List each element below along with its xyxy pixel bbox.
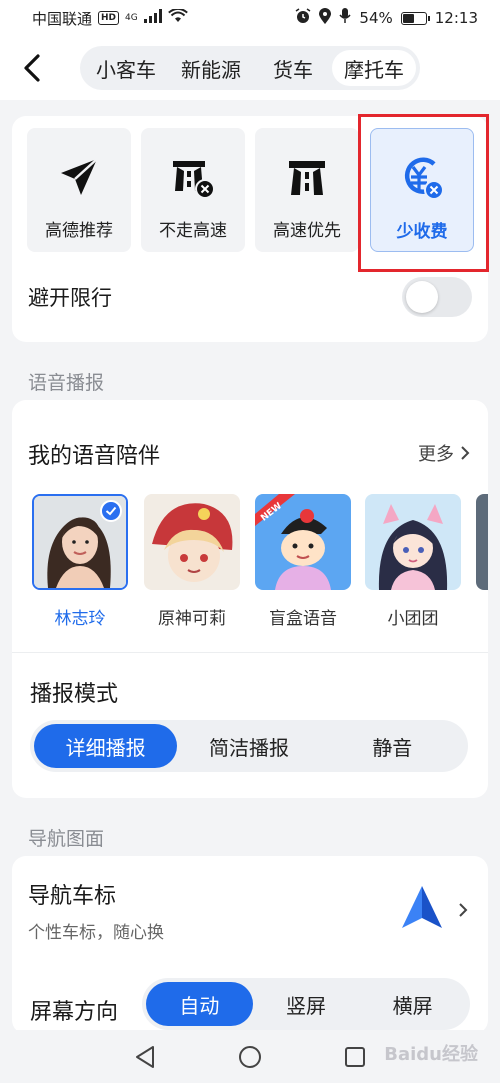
orientation-selector: 自动 竖屏 横屏	[142, 978, 470, 1030]
route-option-label: 少收费	[396, 222, 448, 242]
car-icon-subtitle: 个性车标，随心换	[28, 923, 164, 943]
no-highway-icon	[168, 152, 218, 202]
route-option-highway-first[interactable]: 高速优先	[255, 128, 359, 252]
chevron-right-icon	[461, 446, 470, 460]
broadcast-mode-selector: 详细播报 简洁播报 静音	[30, 720, 468, 772]
more-voices-link[interactable]: 更多	[418, 440, 470, 466]
hd-badge: HD	[98, 11, 120, 25]
voice-item-xiaotuantuan[interactable]: 小团团	[365, 494, 461, 629]
toggle-knob	[406, 281, 438, 313]
status-left: 中国联通 HD 4G	[32, 7, 188, 29]
car-icon-title: 导航车标	[28, 884, 117, 909]
route-option-label: 高德推荐	[45, 221, 113, 241]
route-preference-card: 高德推荐 不走高速 高速优先 少收费 避开限行	[12, 116, 488, 342]
nav-arrow-icon	[402, 886, 442, 928]
nav-section-title: 导航图面	[28, 828, 105, 850]
orientation-landscape[interactable]: 横屏	[359, 982, 466, 1026]
selected-check-icon	[100, 500, 122, 522]
tab-motorcycle[interactable]: 摩托车	[332, 50, 416, 86]
avatar	[32, 494, 128, 590]
location-icon	[319, 8, 332, 28]
voice-name: 小团团	[387, 609, 439, 629]
status-right: 54% 12:13	[295, 8, 478, 28]
voice-item-lin-zhiling[interactable]: 林志玲	[32, 494, 128, 629]
status-bar: 中国联通 HD 4G 54% 12:13	[0, 0, 500, 36]
voice-section-title: 语音播报	[28, 372, 105, 394]
alarm-icon	[295, 8, 311, 28]
carrier-name: 中国联通	[32, 9, 93, 28]
square-recents-icon	[345, 1047, 365, 1067]
route-option-label: 不走高速	[159, 221, 227, 241]
highway-icon	[282, 152, 332, 202]
chevron-right-icon	[459, 903, 468, 917]
nav-back-button[interactable]	[130, 1042, 160, 1072]
avatar: NEW	[255, 494, 351, 590]
avoid-restriction-label: 避开限行	[28, 286, 112, 310]
orientation-label: 屏幕方向	[30, 1000, 119, 1025]
system-nav-bar: Baidu经验	[0, 1030, 500, 1083]
microphone-icon	[339, 8, 351, 28]
orientation-portrait[interactable]: 竖屏	[253, 982, 360, 1026]
tab-car[interactable]: 小客车	[84, 50, 168, 86]
car-icon-row[interactable]: 导航车标 个性车标，随心换	[12, 856, 488, 960]
voice-item-klee[interactable]: 原神可莉	[144, 494, 240, 629]
wifi-icon	[167, 7, 188, 27]
nav-recents-button[interactable]	[340, 1042, 370, 1072]
voice-name: 林志玲	[54, 609, 106, 629]
tab-truck[interactable]: 货车	[254, 50, 332, 86]
route-option-label: 高速优先	[273, 221, 341, 241]
network-type: 4G	[125, 13, 138, 23]
voice-companion-title: 我的语音陪伴	[28, 444, 161, 469]
avoid-restriction-toggle[interactable]	[402, 277, 472, 317]
back-button[interactable]	[16, 50, 48, 86]
mode-mute[interactable]: 静音	[321, 724, 464, 768]
voice-item-blind-box[interactable]: NEW 盲盒语音	[255, 494, 351, 629]
route-option-no-highway[interactable]: 不走高速	[141, 128, 245, 252]
avatar	[365, 494, 461, 590]
send-arrow-icon	[54, 152, 104, 202]
voice-card: 我的语音陪伴 更多 林志玲 原神可莉 NEW 盲盒语音 小团团 播报模式 详细播…	[12, 400, 488, 798]
route-option-less-toll[interactable]: 少收费	[370, 128, 474, 252]
circle-home-icon	[239, 1046, 261, 1068]
orientation-auto[interactable]: 自动	[146, 982, 253, 1026]
top-header: 小客车 新能源 货车 摩托车	[0, 36, 500, 100]
triangle-back-icon	[136, 1046, 154, 1068]
mode-concise[interactable]: 简洁播报	[177, 724, 320, 768]
battery-percent: 54%	[359, 9, 393, 27]
vehicle-type-tabs: 小客车 新能源 货车 摩托车	[80, 46, 420, 90]
status-time: 12:13	[434, 9, 478, 27]
signal-icon	[143, 9, 162, 27]
nav-display-card: 导航车标 个性车标，随心换 屏幕方向 自动 竖屏 横屏	[12, 856, 488, 1034]
watermark: Baidu经验	[384, 1044, 478, 1065]
tab-new-energy[interactable]: 新能源	[168, 50, 254, 86]
nav-home-button[interactable]	[235, 1042, 265, 1072]
battery-level-fill	[402, 13, 414, 23]
voice-name: 盲盒语音	[269, 609, 337, 629]
route-option-recommended[interactable]: 高德推荐	[27, 128, 131, 252]
broadcast-mode-title: 播报模式	[30, 682, 119, 707]
mode-detailed[interactable]: 详细播报	[34, 724, 178, 768]
more-label: 更多	[418, 444, 454, 465]
avatar	[144, 494, 240, 590]
divider	[12, 652, 488, 653]
voice-item-partial[interactable]	[476, 494, 488, 590]
less-toll-icon	[397, 153, 447, 203]
battery-icon	[400, 11, 430, 25]
voice-name: 原神可莉	[158, 609, 226, 629]
back-arrow-icon	[24, 54, 40, 82]
